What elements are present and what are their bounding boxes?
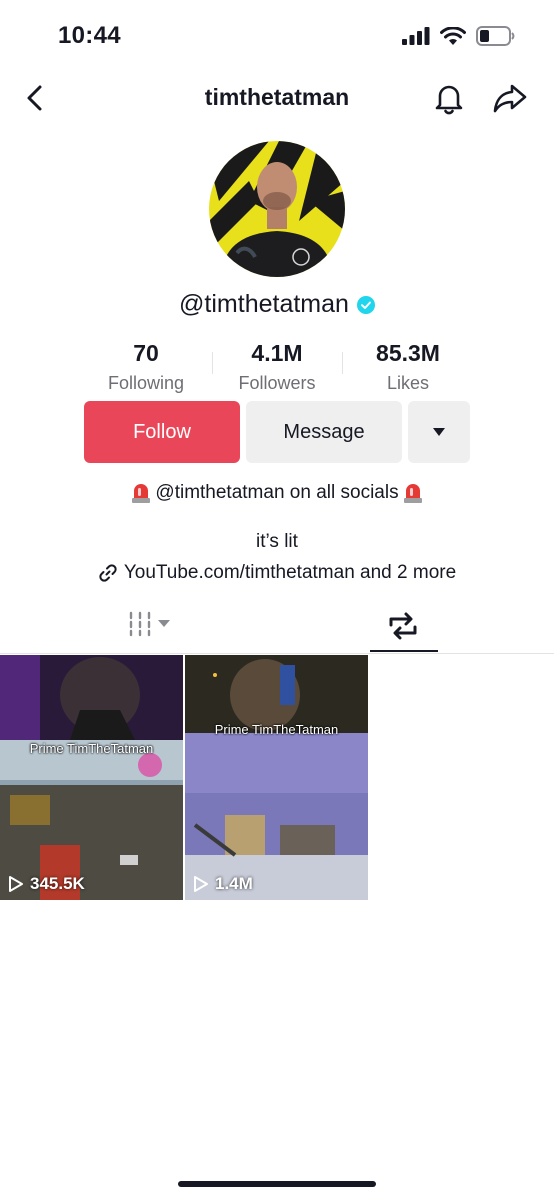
signal-icon [402, 27, 430, 45]
video-thumbnail-image [185, 655, 368, 900]
stat-likes[interactable]: 85.3M Likes [338, 340, 478, 394]
profile-handle-row: @timthetatman [0, 290, 554, 319]
message-button[interactable]: Message [246, 401, 402, 463]
share-icon[interactable] [492, 81, 528, 115]
caret-down-icon [433, 428, 445, 436]
bell-icon[interactable] [432, 81, 466, 115]
video-title: Prime TimTheTatman [29, 741, 154, 756]
status-icons [402, 26, 516, 46]
tab-bar-divider [0, 653, 554, 654]
status-time: 10:44 [58, 22, 121, 49]
siren-icon [132, 484, 151, 503]
view-count: 345.5K [30, 874, 85, 893]
grid-icon [129, 611, 151, 637]
more-options-button[interactable] [408, 401, 470, 463]
view-count: 1.4M [215, 874, 253, 893]
video-views: 345.5K [8, 874, 85, 894]
avatar-image [209, 141, 345, 277]
battery-icon [476, 26, 515, 46]
bio-line-2: it’s lit [256, 531, 298, 552]
stat-followers[interactable]: 4.1M Followers [207, 340, 347, 394]
stat-label: Following [107, 373, 185, 393]
bio-link-text[interactable]: YouTube.com/timthetatman and 2 more [124, 562, 456, 584]
verified-badge-icon [356, 295, 375, 314]
caret-down-icon [158, 620, 170, 627]
stat-value: 4.1M [251, 340, 303, 366]
bio-link[interactable]: YouTube.com/timthetatman and 2 more [0, 562, 554, 584]
stat-label: Followers [238, 373, 316, 393]
video-views: 1.4M [193, 874, 253, 894]
play-icon [194, 876, 208, 892]
avatar[interactable] [209, 141, 345, 277]
profile-handle: @timthetatman [179, 290, 349, 318]
stat-value: 85.3M [376, 340, 440, 366]
home-indicator[interactable] [178, 1181, 376, 1187]
active-tab-indicator [370, 650, 438, 652]
page-title: timthetatman [204, 84, 350, 110]
stat-label: Likes [386, 373, 430, 393]
wifi-icon [440, 26, 466, 45]
stat-value: 70 [133, 340, 159, 366]
bio-text: @timthetatman on all socials [155, 482, 399, 503]
play-icon [9, 876, 23, 892]
video-title: Prime TimTheTatman [214, 722, 339, 737]
video-thumbnail[interactable]: Prime TimTheTatman 1.4M [185, 655, 368, 900]
tab-videos[interactable] [128, 611, 170, 637]
video-thumbnail-image [0, 655, 183, 900]
bio-line-1: @timthetatman on all socials [0, 481, 554, 505]
repost-icon[interactable] [386, 609, 420, 643]
siren-icon [403, 484, 422, 503]
link-icon [99, 564, 117, 582]
stat-following[interactable]: 70 Following [76, 340, 216, 394]
video-thumbnail[interactable]: Prime TimTheTatman 345.5K [0, 655, 183, 900]
follow-button[interactable]: Follow [84, 401, 240, 463]
